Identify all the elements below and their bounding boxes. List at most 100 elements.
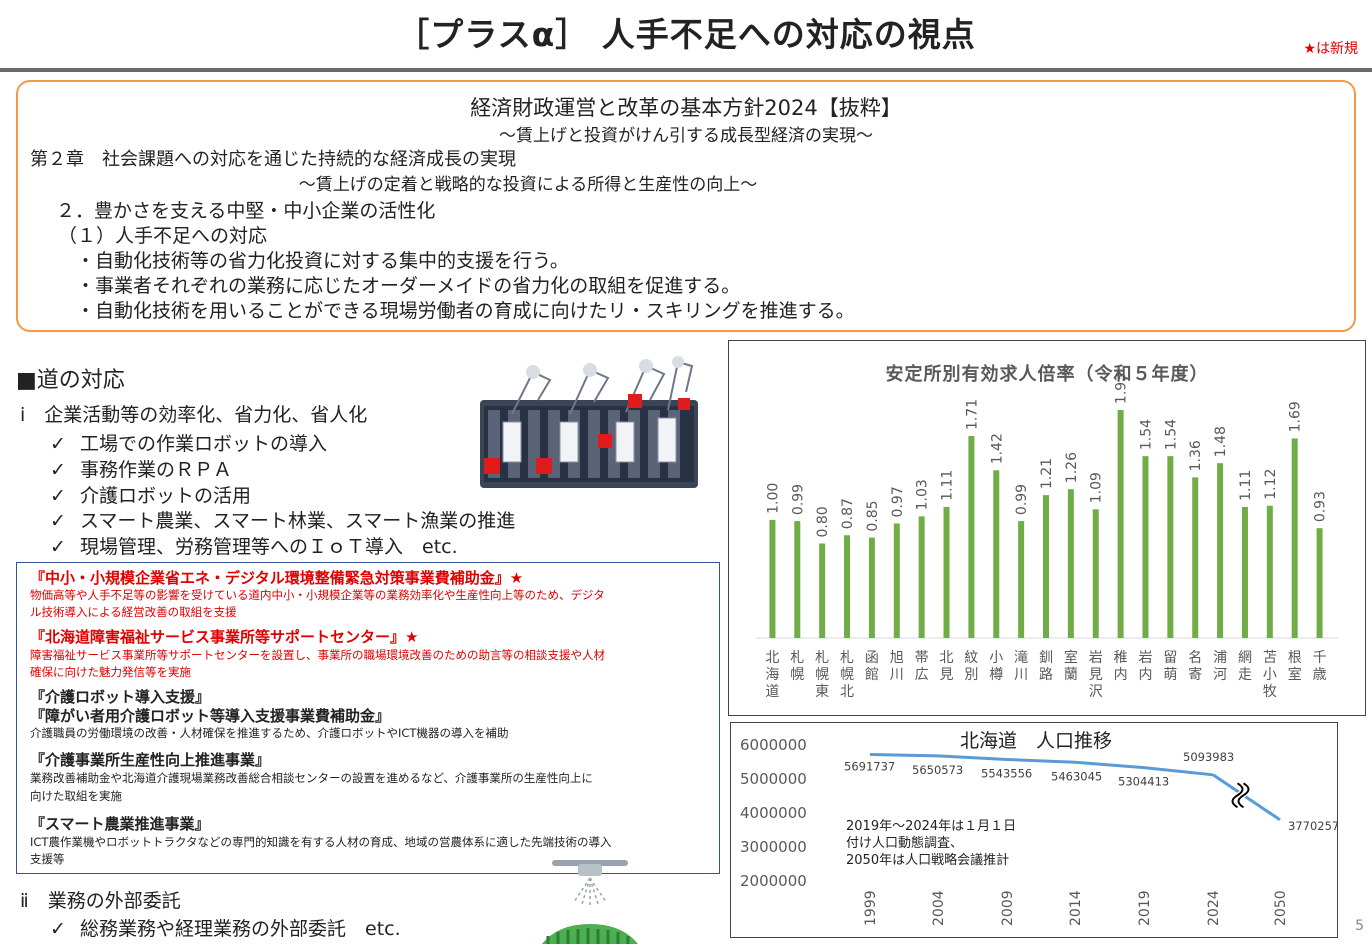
population-line-projection	[1212, 773, 1281, 822]
program-title: 『介護ロボット導入支援』	[30, 688, 211, 706]
x-tick-label: 2019	[1137, 890, 1153, 926]
title-divider	[0, 68, 1372, 72]
program-title: 『介護事業所生産性向上推進事業』	[30, 751, 271, 769]
bar-value-label: 1.09	[1089, 472, 1105, 503]
data-label: 5304413	[1118, 775, 1169, 789]
check-item: ✓ 介護ロボットの活用	[50, 485, 252, 507]
policy-subtitle: ～賃上げと投資がけん引する成長型経済の実現～	[499, 126, 873, 146]
bar	[1117, 410, 1124, 638]
bar-value-label: 1.26	[1064, 452, 1080, 483]
category-label: 岩見沢	[1089, 650, 1103, 700]
category-label: 名寄	[1188, 650, 1202, 683]
population-chart-note: 2019年～2024年は１月１日 付け人口動態調査、 2050年は人口戦略会議推…	[846, 819, 1017, 868]
bar-value-label: 1.71	[964, 399, 980, 430]
category-label: 小樽	[989, 650, 1003, 683]
check-icon: ✓	[50, 918, 66, 940]
bar-value-label: 1.36	[1188, 440, 1204, 471]
y-tick-label: 4000000	[740, 804, 807, 822]
bar	[844, 535, 851, 638]
bar-value-label: 1.93	[1114, 373, 1130, 404]
category-label: 岩内	[1138, 650, 1152, 683]
category-label: 稚内	[1114, 650, 1128, 683]
bar-value-label: 1.48	[1213, 426, 1229, 457]
bar	[1291, 438, 1298, 638]
category-label: 釧路	[1039, 650, 1053, 683]
bar	[918, 516, 925, 638]
data-label: 5650573	[912, 763, 963, 777]
check-item: ✓ スマート農業、スマート林業、スマート漁業の推進	[50, 510, 516, 532]
bar	[1266, 505, 1273, 638]
program-desc: 業務改善補助金や北海道介護現場業務改善総合相談センターの設置を進めるなど、介護事…	[30, 771, 593, 785]
category-label: 函館	[865, 650, 879, 683]
bar	[1018, 521, 1025, 638]
bar-value-label: 1.00	[765, 483, 781, 514]
check-icon: ✓	[50, 485, 66, 507]
x-tick-label: 2050	[1273, 890, 1289, 926]
category-label: 北見	[940, 650, 954, 683]
program-desc: ル技術導入による経営改善の取組を支援	[30, 605, 237, 619]
category-label: 根室	[1288, 650, 1302, 683]
check-item: ✓ 事務作業のＲＰＡ	[50, 459, 233, 481]
policy-chapter-subtitle: ～賃上げの定着と戦略的な投資による所得と生産性の向上～	[298, 175, 758, 195]
program-desc: 確保に向けた魅力発信等を実施	[30, 665, 191, 679]
bar	[794, 521, 801, 638]
bar	[943, 506, 950, 638]
bar-value-label: 0.97	[890, 486, 906, 517]
response-category-2: ⅱ 業務の外部委託	[20, 890, 181, 912]
policy-item: ・事業者それぞれの業務に応じたオーダーメイドの省力化の取組を促進する。	[76, 275, 741, 297]
bar-value-label: 1.54	[1163, 419, 1179, 450]
y-tick-label: 6000000	[740, 736, 807, 754]
policy-chapter: 第２章 社会課題への対応を通じた持続的な経済成長の実現	[30, 149, 516, 170]
category-label: 帯広	[915, 650, 929, 683]
job-ratio-chart: 1.00 北海道 0.99 札幌 0.80 札幌東 0.87 札幌北 0.85 函館 0.97 旭川 1…	[756, 373, 1338, 700]
bar-value-label: 1.69	[1288, 401, 1304, 432]
program-desc: ICT農作業機やロボットトラクタなどの専門的知識を有する人材の育成、地域の営農体…	[30, 835, 612, 849]
population-chart-title: 北海道 人口推移	[960, 730, 1113, 752]
policy-title: 経済財政運営と改革の基本方針2024【抜粋】	[470, 96, 902, 120]
bar-value-label: 1.54	[1138, 419, 1154, 450]
program-desc: 障害福祉サービス事業所等サポートセンターを設置し、事業所の職場環境改善のための助…	[30, 648, 605, 662]
check-icon: ✓	[50, 536, 66, 558]
bar	[819, 543, 826, 638]
category-label: 苫小牧	[1263, 649, 1277, 700]
factory-robot-illustration	[480, 356, 698, 488]
response-category-1: ⅰ 企業活動等の効率化、省力化、省人化	[20, 404, 368, 426]
bar-value-label: 1.42	[989, 433, 1005, 464]
x-tick-label: 2014	[1068, 890, 1084, 926]
x-tick-label: 2024	[1206, 890, 1222, 926]
x-tick-label: 2009	[1000, 890, 1016, 926]
bar-value-label: 0.93	[1313, 491, 1329, 522]
data-label: 5543556	[981, 767, 1032, 781]
bar	[1241, 506, 1248, 638]
data-label: 5463045	[1051, 769, 1102, 783]
bar	[1067, 489, 1074, 638]
program-title: 『北海道障害福祉サービス事業所等サポートセンター』★	[30, 628, 419, 646]
bar	[1217, 463, 1224, 638]
category-label: 滝川	[1014, 650, 1028, 683]
bar	[1043, 495, 1049, 638]
category-label: 北海道	[765, 650, 779, 700]
data-label: 3770257	[1288, 819, 1338, 833]
program-desc: 物価高等や人手不足等の影響を受けている道内中小・小規模企業等の業務効率化や生産性…	[30, 588, 605, 602]
bar	[1316, 528, 1323, 638]
response-heading: ■道の対応	[16, 368, 125, 393]
bar-value-label: 1.11	[940, 470, 956, 501]
bar	[868, 537, 875, 638]
y-tick-label: 5000000	[740, 770, 807, 788]
category-label: 千歳	[1313, 650, 1327, 683]
bar-value-label: 0.80	[815, 506, 831, 537]
check-icon: ✓	[50, 433, 66, 455]
new-legend: ★は新規	[1303, 41, 1358, 57]
bar-value-label: 0.99	[1014, 484, 1030, 515]
population-chart: 6000000 5000000 4000000 3000000 2000000 56917…	[740, 736, 1338, 926]
category-label: 室蘭	[1064, 649, 1078, 683]
policy-item: ・自動化技術等の省力化投資に対する集中的支援を行う。	[76, 250, 569, 272]
data-label: 5093983	[1183, 750, 1234, 764]
bar-value-label: 1.11	[1238, 470, 1254, 501]
bar-value-label: 1.21	[1039, 458, 1055, 489]
bar	[1142, 456, 1149, 638]
x-tick-label: 1999	[863, 890, 879, 926]
bar-value-label: 0.99	[790, 484, 806, 515]
data-label: 5691737	[844, 759, 895, 773]
policy-subsection: （１）人手不足への対応	[58, 225, 268, 247]
